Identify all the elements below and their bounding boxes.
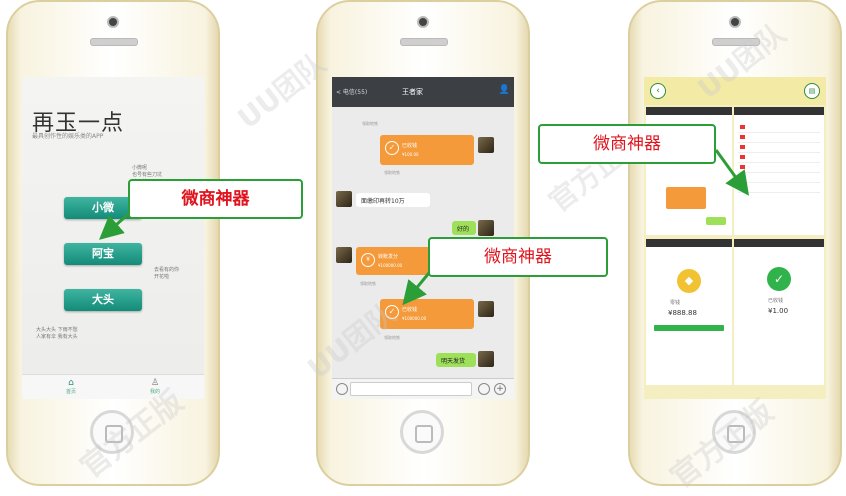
callout-label: 微商神器 [538, 124, 716, 164]
callout-label: 微商神器 [128, 179, 303, 219]
callout-label: 微商神器 [428, 237, 608, 277]
arrow-3 [714, 149, 750, 196]
callout-arrows [98, 149, 750, 306]
